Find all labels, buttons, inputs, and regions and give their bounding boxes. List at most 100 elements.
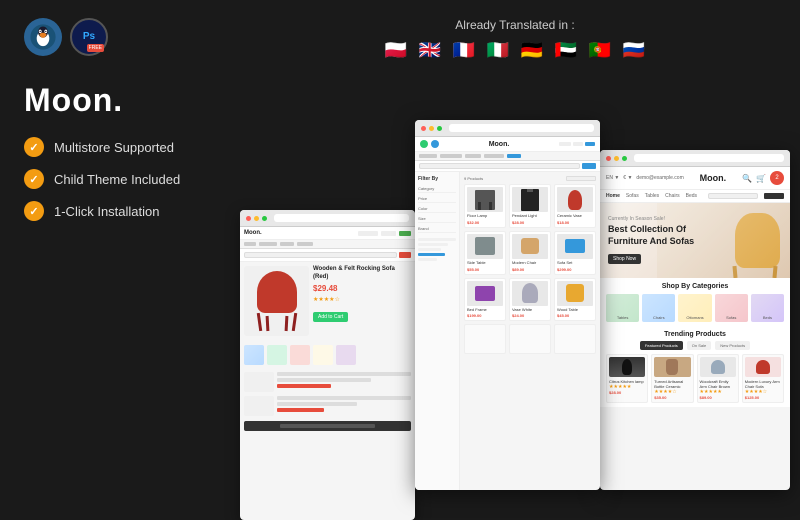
tab-new[interactable]: New Products [715, 341, 750, 350]
trend-prod-price-1: $28.00 [609, 390, 645, 395]
trend-prod-price-2: $35.00 [654, 395, 690, 400]
trending-products-row: Citrus Kitchen lamp ★★★★★ $28.00 Turned … [606, 354, 784, 403]
thumb-3 [290, 345, 310, 365]
puffin-icon [24, 18, 62, 56]
product-price-1: $32.00 [467, 220, 503, 225]
feature-multistore-label: Multistore Supported [54, 140, 174, 155]
cat-ottomans-label: Ottomans [686, 315, 703, 320]
cat-sofas[interactable]: Sofas [715, 294, 748, 322]
list-item: Pendant Light $28.00 [509, 184, 551, 228]
list-item: Modern Chair $89.00 [509, 231, 551, 275]
trend-prod-img-1 [609, 357, 645, 377]
left-panel: Ps FREE Moon. Multistore Supported Child… [0, 0, 230, 500]
tools-row: Ps FREE [24, 18, 206, 56]
browser-chrome-right [600, 150, 790, 167]
filter-title: Filter By [418, 176, 456, 182]
close-dot-c [421, 126, 426, 131]
browser-chrome-left [240, 210, 415, 227]
list-item: Floor Lamp $32.00 [464, 184, 506, 228]
flag-pt: 🇵🇹 [586, 40, 614, 60]
filter-price: Price [418, 195, 456, 203]
list-item: Turned Artisanal Bottle Ceramic ★★★★☆ $3… [651, 354, 693, 403]
product-name-2: Pendant Light [512, 214, 548, 219]
flag-de: 🇩🇪 [518, 40, 546, 60]
url-bar-right [634, 154, 784, 162]
detail-header: Moon. [240, 227, 415, 240]
product-img-9 [557, 281, 593, 306]
product-img-8 [512, 281, 548, 306]
preview-homepage: EN ▼ € ▼ demo@example.com Moon. 🔍 🛒 2 Ho… [600, 150, 790, 490]
check-icon-1 [24, 137, 44, 157]
hp-hero: Currently In Season Sale! Best Collectio… [600, 203, 790, 278]
flag-gb: 🇬🇧 [416, 40, 444, 60]
list-item: Woodcraft Emily Arm Chair Brown ★★★★★ $8… [697, 354, 739, 403]
detail-thumbnails [240, 345, 415, 365]
check-icon-3 [24, 201, 44, 221]
listing-products: 9 Products Floor Lamp $32.00 [460, 172, 600, 490]
feature-list: Multistore Supported Child Theme Include… [24, 137, 206, 221]
hero-shop-btn[interactable]: Shop Now [608, 254, 641, 264]
close-dot [246, 216, 251, 221]
flag-it: 🇮🇹 [484, 40, 512, 60]
product-price-7: $199.00 [467, 313, 503, 318]
product-name-4: Side Table [467, 261, 503, 266]
thumb-4 [313, 345, 333, 365]
filter-color: Color [418, 205, 456, 213]
trend-prod-img-3 [700, 357, 736, 377]
listing-grid: Floor Lamp $32.00 Pendant Light $28.00 [464, 184, 596, 321]
cat-ottomans[interactable]: Ottomans [678, 294, 711, 322]
product-img-7 [467, 281, 503, 306]
check-icon-2 [24, 169, 44, 189]
ps-free-label: FREE [87, 44, 104, 52]
listing-header: Moon. [415, 137, 600, 152]
product-img-4 [467, 234, 503, 259]
listing-content: Filter By Category Price Color Size Bran… [415, 172, 600, 490]
thumb-2 [267, 345, 287, 365]
list-item: Ceramic Vase $18.00 [554, 184, 596, 228]
product-img-2 [512, 187, 548, 212]
product-name-6: Sofa Set [557, 261, 593, 266]
filter-category: Category [418, 185, 456, 193]
tab-onsale[interactable]: On Sale [687, 341, 711, 350]
listing-logo: Moon. [489, 141, 510, 148]
cat-beds[interactable]: Beds [751, 294, 784, 322]
product-price-8: $24.00 [512, 313, 548, 318]
ps-icon: Ps FREE [70, 18, 108, 56]
cat-tables-label: Tables [617, 315, 629, 320]
trend-prod-name-2: Turned Artisanal Bottle Ceramic [654, 379, 690, 389]
cat-chairs[interactable]: Chairs [642, 294, 675, 322]
product-price-9: $45.00 [557, 313, 593, 318]
product-name-8: Vase White [512, 308, 548, 313]
preview-product-listing: Moon. Filter By Category Price Color [415, 120, 600, 490]
trend-prod-img-4 [745, 357, 781, 377]
flag-fr: 🇫🇷 [450, 40, 478, 60]
maximize-dot-r [622, 156, 627, 161]
brand-title: Moon. [24, 82, 206, 119]
translation-label: Already Translated in : [455, 18, 574, 32]
ps-label: Ps [83, 32, 95, 42]
url-bar-center [449, 124, 594, 132]
detail-content: Wooden & Felt Rocking Sofa (Red) $29.48 … [240, 262, 415, 340]
maximize-dot [262, 216, 267, 221]
trend-prod-price-3: $89.00 [700, 395, 736, 400]
product-img-3 [557, 187, 593, 212]
feature-1click-label: 1-Click Installation [54, 204, 160, 219]
hp-hero-text: Currently In Season Sale! Best Collectio… [608, 216, 698, 265]
product-name-1: Floor Lamp [467, 214, 503, 219]
cat-tables[interactable]: Tables [606, 294, 639, 322]
cat-chairs-label: Chairs [653, 315, 665, 320]
translation-bar: Already Translated in : 🇵🇱 🇬🇧 🇫🇷 🇮🇹 🇩🇪 🇦… [230, 18, 800, 60]
list-item: Modern Luxury Arm Chair Sofa ★★★★☆ $125.… [742, 354, 784, 403]
detail-info: Wooden & Felt Rocking Sofa (Red) $29.48 … [313, 266, 411, 336]
tab-featured[interactable]: Featured Products [640, 341, 683, 350]
hp-trending: Trending Products Featured Products On S… [600, 327, 790, 407]
trend-prod-name-3: Woodcraft Emily Arm Chair Brown [700, 379, 736, 389]
detail-logo: Moon. [244, 230, 262, 236]
product-price-5: $89.00 [512, 267, 548, 272]
hp-categories: Shop By Categories Tables Chairs Ottoman… [600, 278, 790, 327]
detail-product-title: Wooden & Felt Rocking Sofa (Red) [313, 266, 411, 282]
hero-title: Best Collection Of Furniture And Sofas [608, 224, 698, 247]
feature-1click: 1-Click Installation [24, 201, 206, 221]
add-to-cart-button[interactable]: Add to Cart [313, 312, 348, 322]
feature-child-theme-label: Child Theme Included [54, 172, 180, 187]
